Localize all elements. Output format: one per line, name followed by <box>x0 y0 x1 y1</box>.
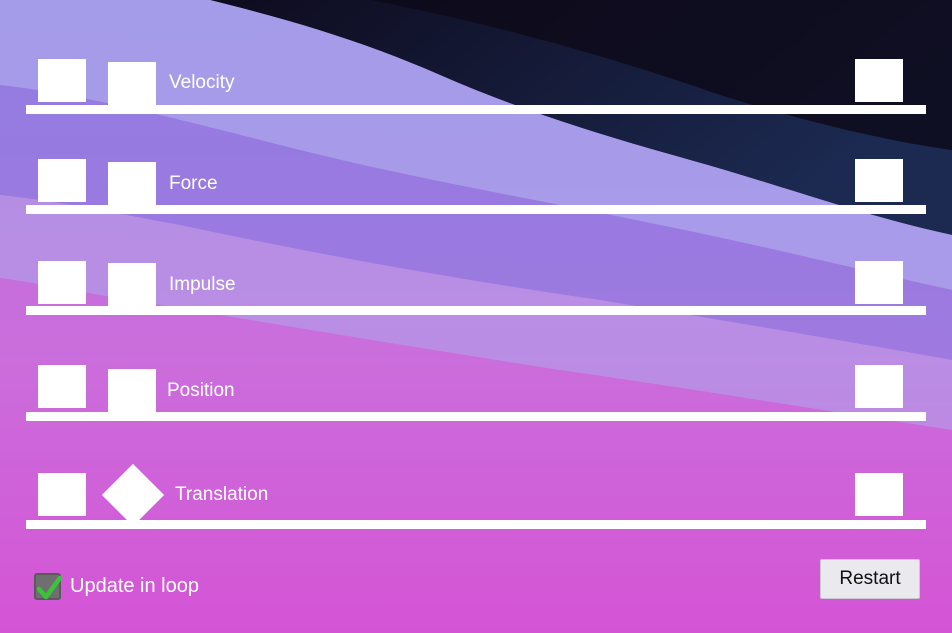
impulse-body[interactable] <box>108 263 156 306</box>
velocity-body[interactable] <box>108 62 156 105</box>
impulse-rail <box>26 306 926 315</box>
velocity-label: Velocity <box>169 72 235 93</box>
velocity-left-box <box>38 59 86 102</box>
update-in-loop-toggle[interactable]: Update in loop <box>34 571 199 601</box>
update-in-loop-label: Update in loop <box>70 574 199 597</box>
checkmark-icon <box>36 575 63 599</box>
translation-label: Translation <box>175 484 269 505</box>
update-in-loop-checkbox[interactable] <box>34 572 63 600</box>
force-label: Force <box>169 173 218 194</box>
impulse-label: Impulse <box>169 274 236 295</box>
velocity-right-box <box>855 59 903 102</box>
translation-left-box <box>38 473 86 516</box>
force-left-box <box>38 159 86 202</box>
impulse-left-box <box>38 261 86 304</box>
position-label: Position <box>167 380 235 401</box>
position-rail <box>26 412 926 421</box>
translation-rail <box>26 520 926 529</box>
velocity-rail <box>26 105 926 114</box>
translation-right-box <box>855 473 903 516</box>
force-rail <box>26 205 926 214</box>
position-left-box <box>38 365 86 408</box>
impulse-right-box <box>855 261 903 304</box>
force-right-box <box>855 159 903 202</box>
restart-button[interactable]: Restart <box>820 559 920 599</box>
position-right-box <box>855 365 903 408</box>
force-body[interactable] <box>108 162 156 205</box>
position-body[interactable] <box>108 369 156 412</box>
